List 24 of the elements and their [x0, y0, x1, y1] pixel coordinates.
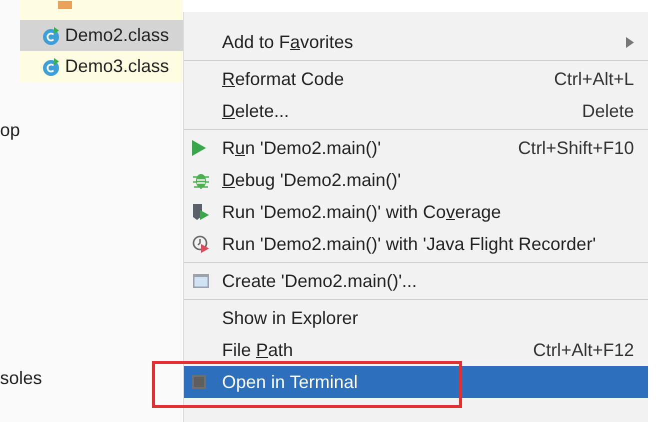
- menu-item[interactable]: Delete... Delete: [184, 95, 648, 127]
- menu-item[interactable]: Create 'Demo2.main()'...: [184, 265, 648, 297]
- menu-item[interactable]: Debug 'Demo2.main()': [184, 164, 648, 196]
- menu-item[interactable]: File Path Ctrl+Alt+F12: [184, 334, 648, 366]
- class-file-icon: [42, 58, 60, 76]
- play-icon: [192, 140, 206, 156]
- tree-item[interactable]: Demo3.class: [20, 51, 183, 82]
- class-file-icon: [42, 26, 60, 44]
- menu-item[interactable]: Run 'Demo2.main()' with 'Java Flight Recorder': [184, 228, 648, 260]
- menu-item[interactable]: Run 'Demo2.main()' with Coverage: [184, 196, 648, 228]
- menu-item[interactable]: Run 'Demo2.main()' Ctrl+Shift+F10: [184, 132, 648, 164]
- menu-item[interactable]: Open in Terminal: [184, 366, 648, 398]
- folder-icon: [58, 1, 72, 9]
- shield-play-icon: [192, 203, 210, 221]
- tree-item[interactable]: Demo2.class: [20, 20, 183, 51]
- terminal-icon: [192, 375, 206, 389]
- window-icon: [192, 272, 210, 290]
- menu-item[interactable]: Reformat Code Ctrl+Alt+L: [184, 63, 648, 95]
- menu-item[interactable]: Add to Favorites: [184, 26, 648, 58]
- panel-text: soles: [0, 368, 42, 389]
- bug-icon: [192, 171, 210, 189]
- panel-text: op: [0, 120, 20, 141]
- clock-play-icon: [192, 235, 210, 253]
- menu-item[interactable]: Show in Explorer: [184, 302, 648, 334]
